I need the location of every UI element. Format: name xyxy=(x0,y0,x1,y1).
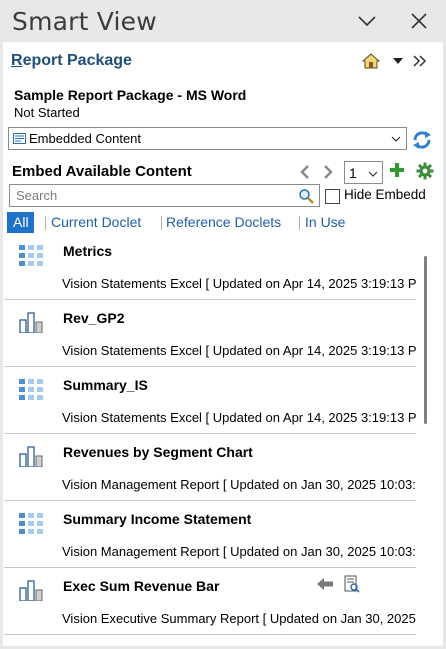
content-list: Metrics Vision Statements Excel [ Update… xyxy=(4,233,416,645)
tab-separator xyxy=(161,216,162,230)
document-icon xyxy=(13,133,26,144)
list-item[interactable]: Rev_GP2 Vision Statements Excel [ Update… xyxy=(4,300,416,367)
grid-icon xyxy=(19,379,43,400)
item-description: Vision Statements Excel [ Updated on Apr… xyxy=(62,343,416,358)
bar-chart-icon xyxy=(19,580,43,601)
add-icon[interactable] xyxy=(389,162,405,178)
refresh-icon[interactable] xyxy=(410,129,434,151)
content-tabs: All Current Doclet Reference Doclets In … xyxy=(7,212,435,233)
item-description: Vision Executive Summary Report [ Update… xyxy=(62,611,416,626)
embed-section-title: Embed Available Content xyxy=(12,163,192,180)
bar-chart-icon xyxy=(19,446,43,467)
item-name: Rev_GP2 xyxy=(63,310,125,326)
content-filter-value: Embedded Content xyxy=(29,131,142,146)
scrollbar-thumb[interactable] xyxy=(424,256,427,424)
list-item[interactable]: Exec Sum Revenue Bar Vision Executive Su… xyxy=(4,568,416,635)
grid-icon xyxy=(19,245,43,266)
chevron-down-icon xyxy=(368,171,378,177)
home-icon[interactable] xyxy=(362,52,380,70)
item-name: Metrics xyxy=(63,243,113,259)
item-description: Vision Management Report [ Updated on Ja… xyxy=(62,477,416,492)
item-name: Summary Income Statement xyxy=(63,511,252,527)
report-package-link[interactable]: Report Package xyxy=(11,52,132,70)
report-package-mnemonic: R xyxy=(11,52,23,69)
list-scrollbar[interactable] xyxy=(416,233,435,645)
close-icon[interactable] xyxy=(408,10,430,32)
search-placeholder: Search xyxy=(16,188,58,203)
preview-doc-icon[interactable] xyxy=(344,575,360,593)
tab-separator xyxy=(299,216,300,230)
package-name: Sample Report Package - MS Word xyxy=(14,87,247,103)
search-icon[interactable] xyxy=(298,188,314,204)
next-page-icon[interactable] xyxy=(322,165,334,179)
item-description: Vision Statements Excel [ Updated on Apr… xyxy=(62,276,416,291)
bar-chart-icon xyxy=(19,312,43,333)
tab-current-doclet[interactable]: Current Doclet xyxy=(51,212,141,233)
smart-view-panel: Report Package Sample Report Package - M… xyxy=(3,42,443,646)
insert-arrow-icon[interactable] xyxy=(316,576,334,592)
gear-icon[interactable] xyxy=(416,162,434,180)
hide-embedded-label: Hide Embedd xyxy=(344,187,426,202)
item-description: Vision Management Report [ Updated on Ja… xyxy=(62,544,416,559)
tab-all[interactable]: All xyxy=(7,212,34,233)
list-item[interactable]: Metrics Vision Statements Excel [ Update… xyxy=(4,233,416,300)
chevron-down-icon[interactable] xyxy=(356,10,378,32)
tab-reference-doclets[interactable]: Reference Doclets xyxy=(166,212,281,233)
tab-in-use[interactable]: In Use xyxy=(305,212,345,233)
package-status: Not Started xyxy=(14,105,80,120)
double-chevron-right-icon[interactable] xyxy=(412,53,428,69)
page-select[interactable]: 1 xyxy=(344,161,383,184)
list-item[interactable]: Revenues by Segment Chart Vision Managem… xyxy=(4,434,416,501)
panel-title: Smart View xyxy=(12,7,157,36)
item-name: Summary_IS xyxy=(63,377,148,393)
tab-separator xyxy=(45,216,46,230)
item-description: Vision Statements Excel [ Updated on Apr… xyxy=(62,410,416,425)
page-select-value: 1 xyxy=(349,165,357,181)
chevron-down-icon xyxy=(391,136,401,142)
list-item[interactable]: Summary Income Statement Vision Manageme… xyxy=(4,501,416,568)
search-input[interactable]: Search xyxy=(9,184,320,207)
list-item[interactable]: Summary_IS Vision Statements Excel [ Upd… xyxy=(4,367,416,434)
grid-icon xyxy=(19,513,43,534)
hide-embedded-checkbox[interactable] xyxy=(325,189,340,204)
content-filter-dropdown[interactable]: Embedded Content xyxy=(8,127,407,150)
caret-down-icon[interactable] xyxy=(392,55,404,67)
item-name: Revenues by Segment Chart xyxy=(63,444,253,460)
report-package-label: eport Package xyxy=(22,52,132,69)
title-bar: Smart View xyxy=(0,0,446,42)
previous-page-icon[interactable] xyxy=(299,165,311,179)
item-name: Exec Sum Revenue Bar xyxy=(63,578,220,594)
